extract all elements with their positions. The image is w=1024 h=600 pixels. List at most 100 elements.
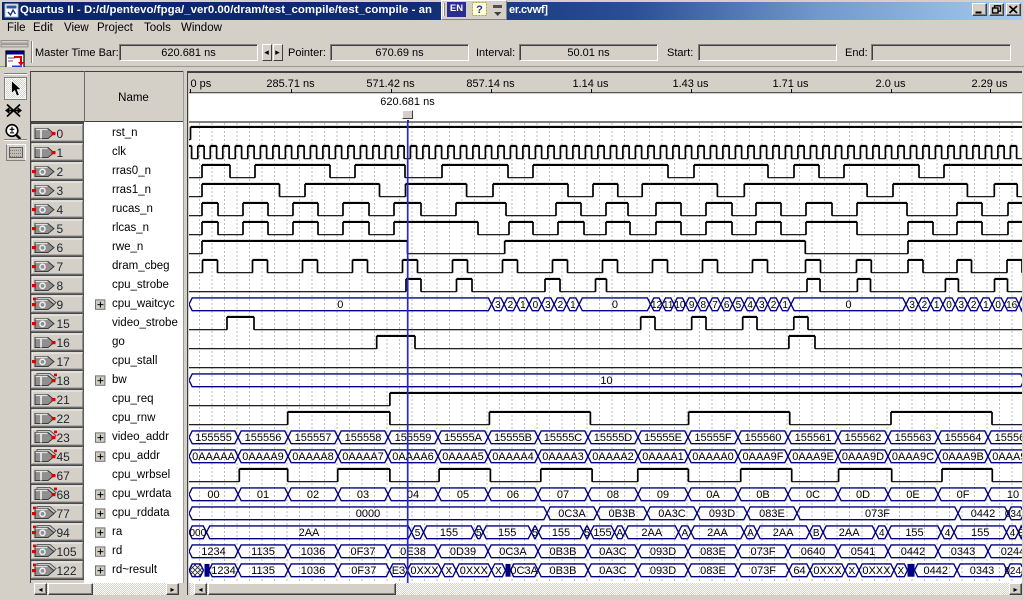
svg-text:155: 155 (971, 527, 989, 539)
svg-text:0A: 0A (706, 489, 720, 501)
svg-text:073F: 073F (865, 508, 890, 520)
svg-text:0: 0 (337, 299, 343, 311)
svg-text:10: 10 (1007, 489, 1019, 501)
svg-text:0AAAA9: 0AAAA9 (242, 451, 284, 463)
svg-text:2AA: 2AA (839, 527, 860, 539)
svg-text:0: 0 (946, 300, 952, 311)
svg-text:E3: E3 (392, 565, 405, 577)
svg-text:04: 04 (407, 489, 419, 501)
svg-text:0AAAAA: 0AAAAA (192, 451, 235, 463)
svg-text:5: 5 (736, 300, 742, 311)
svg-text:0AAAA8: 0AAAA8 (292, 451, 334, 463)
svg-text:155562: 155562 (845, 432, 882, 444)
svg-text:10: 10 (600, 375, 612, 387)
svg-text:3: 3 (759, 300, 765, 311)
svg-text:155: 155 (593, 527, 611, 539)
svg-text:0244: 0244 (1004, 566, 1022, 577)
svg-text:0: 0 (845, 299, 851, 311)
svg-text:77: 77 (57, 507, 71, 521)
svg-text:15555D: 15555D (594, 432, 633, 444)
svg-text:3: 3 (959, 300, 965, 311)
svg-text:06: 06 (507, 489, 519, 501)
svg-text:X: X (849, 566, 856, 577)
svg-text:073F: 073F (750, 546, 775, 558)
svg-text:15555A: 15555A (444, 432, 483, 444)
svg-text:09: 09 (657, 489, 669, 501)
svg-text:15555F: 15555F (694, 432, 732, 444)
svg-text:5: 5 (532, 528, 538, 539)
svg-text:0D: 0D (856, 489, 870, 501)
svg-text:0244: 0244 (1001, 546, 1022, 558)
svg-text:0AAA9E: 0AAA9E (792, 451, 834, 463)
svg-text:3: 3 (545, 300, 551, 311)
svg-text:1135: 1135 (251, 565, 275, 577)
svg-text:3: 3 (57, 184, 64, 198)
svg-text:2: 2 (558, 300, 564, 311)
svg-text:7: 7 (57, 260, 64, 274)
svg-text:8: 8 (701, 300, 707, 311)
svg-text:18: 18 (57, 374, 71, 388)
svg-text:0: 0 (995, 300, 1001, 311)
svg-text:0AAAA3: 0AAAA3 (542, 451, 584, 463)
svg-text:0AAA9F: 0AAA9F (743, 451, 784, 463)
svg-text:0AAA9D: 0AAA9D (842, 451, 884, 463)
svg-text:2AA: 2AA (641, 527, 662, 539)
svg-text:1036: 1036 (301, 565, 325, 577)
svg-text:0442: 0442 (901, 546, 925, 558)
svg-text:0A3C: 0A3C (658, 508, 686, 520)
svg-text:000: 000 (189, 528, 206, 539)
svg-text:16: 16 (1006, 300, 1018, 311)
svg-text:0XXX: 0XXX (410, 565, 439, 577)
svg-text:3: 3 (495, 300, 501, 311)
svg-text:155565: 155565 (995, 432, 1022, 444)
svg-text:2: 2 (771, 300, 777, 311)
svg-text:4: 4 (57, 203, 64, 217)
svg-text:0AAAA2: 0AAAA2 (592, 451, 634, 463)
svg-text:0C3A: 0C3A (499, 546, 527, 558)
svg-text:0XXX: 0XXX (813, 565, 842, 577)
svg-text:6: 6 (57, 241, 64, 255)
svg-text:8: 8 (57, 279, 64, 293)
svg-text:05: 05 (457, 489, 469, 501)
svg-text:0442: 0442 (971, 508, 995, 520)
svg-text:155564: 155564 (945, 432, 982, 444)
svg-text:155: 155 (498, 527, 516, 539)
svg-text:1036: 1036 (301, 546, 325, 558)
svg-text:155563: 155563 (895, 432, 932, 444)
svg-text:0442: 0442 (924, 565, 948, 577)
svg-text:122: 122 (57, 564, 77, 578)
svg-text:17: 17 (57, 355, 71, 369)
svg-text:12: 12 (651, 300, 663, 311)
svg-text:16: 16 (57, 336, 71, 350)
svg-text:083E: 083E (700, 565, 726, 577)
svg-text:5: 5 (415, 528, 421, 539)
svg-text:1: 1 (570, 300, 576, 311)
svg-text:0XXX: 0XXX (460, 565, 489, 577)
svg-text:083E: 083E (759, 508, 785, 520)
svg-text:105: 105 (57, 545, 77, 559)
svg-text:03: 03 (357, 489, 369, 501)
svg-text:67: 67 (57, 469, 71, 483)
svg-text:07: 07 (557, 489, 569, 501)
svg-text:6: 6 (724, 300, 730, 311)
svg-text:02: 02 (307, 489, 319, 501)
svg-text:1: 1 (782, 300, 788, 311)
svg-text:A: A (681, 528, 688, 539)
svg-text:10: 10 (674, 300, 686, 311)
svg-text:1: 1 (983, 300, 989, 311)
svg-text:3: 3 (909, 300, 915, 311)
svg-text:B: B (813, 528, 820, 539)
svg-text:0AAA9C: 0AAA9C (892, 451, 934, 463)
svg-text:0B: 0B (756, 489, 769, 501)
svg-text:0A3C: 0A3C (599, 565, 627, 577)
svg-text:15555C: 15555C (544, 432, 583, 444)
svg-text:155559: 155559 (395, 432, 432, 444)
svg-text:0343: 0343 (970, 565, 994, 577)
svg-text:4: 4 (945, 528, 951, 539)
svg-text:0640: 0640 (801, 546, 825, 558)
svg-text:2: 2 (971, 300, 977, 311)
svg-text:21: 21 (57, 393, 71, 407)
svg-text:0: 0 (57, 127, 64, 141)
svg-text:15: 15 (57, 317, 71, 331)
svg-text:94: 94 (57, 526, 71, 540)
